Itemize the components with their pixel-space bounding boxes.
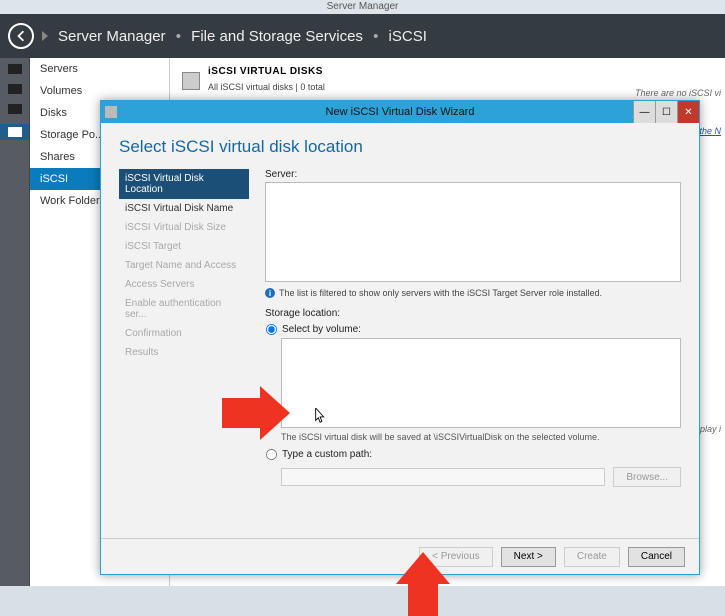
step-target-name: Target Name and Access [119, 256, 249, 275]
wizard-heading: Select iSCSI virtual disk location [119, 137, 681, 157]
step-results: Results [119, 343, 249, 362]
empty-hint: There are no iSCSI vi [635, 88, 721, 98]
volume-table[interactable] [281, 338, 681, 428]
step-auth: Enable authentication ser... [119, 294, 249, 324]
crumb-leaf[interactable]: iSCSI [389, 28, 427, 45]
breadcrumb[interactable]: Server Manager • File and Storage Servic… [58, 28, 427, 45]
icon-rail [0, 58, 30, 586]
header-ribbon: Server Manager • File and Storage Servic… [0, 14, 725, 58]
custom-path-input[interactable] [281, 468, 605, 486]
sidebar-item-servers[interactable]: Servers [30, 58, 169, 80]
wizard-titlebar[interactable]: New iSCSI Virtual Disk Wizard — ☐ ✕ [101, 101, 699, 123]
wizard-dialog: New iSCSI Virtual Disk Wizard — ☐ ✕ Sele… [100, 100, 700, 575]
step-size: iSCSI Virtual Disk Size [119, 218, 249, 237]
info-icon: i [265, 288, 275, 298]
server-label: Server: [265, 169, 681, 180]
option-select-by-volume[interactable]: Select by volume: [265, 323, 681, 336]
radio-path-label: Type a custom path: [282, 449, 372, 460]
rail-icon[interactable] [8, 84, 22, 94]
rail-icon[interactable] [8, 127, 22, 137]
save-path-note: The iSCSI virtual disk will be saved at … [281, 432, 681, 442]
rail-icon[interactable] [8, 104, 22, 114]
step-location[interactable]: iSCSI Virtual Disk Location [119, 169, 249, 199]
radio-volume-label: Select by volume: [282, 324, 361, 335]
step-confirm: Confirmation [119, 324, 249, 343]
step-access: Access Servers [119, 275, 249, 294]
step-target: iSCSI Target [119, 237, 249, 256]
cancel-button[interactable]: Cancel [628, 547, 685, 567]
crumb-root[interactable]: Server Manager [58, 28, 166, 45]
close-button[interactable]: ✕ [677, 101, 699, 123]
radio-custom-path[interactable] [266, 449, 277, 460]
crumb-section[interactable]: File and Storage Services [191, 28, 363, 45]
next-button[interactable]: Next > [501, 547, 556, 567]
rail-icon[interactable] [8, 64, 22, 74]
option-custom-path[interactable]: Type a custom path: [265, 448, 681, 461]
minimize-button[interactable]: — [633, 101, 655, 123]
arrow-left-icon [15, 30, 27, 42]
server-table[interactable] [265, 182, 681, 282]
window-title: Server Manager [0, 0, 725, 14]
wizard-title: New iSCSI Virtual Disk Wizard [326, 106, 475, 118]
maximize-button[interactable]: ☐ [655, 101, 677, 123]
wizard-icon [105, 106, 117, 118]
section-subtitle: All iSCSI virtual disks | 0 total [208, 82, 325, 92]
sidebar-item-volumes[interactable]: Volumes [30, 80, 169, 102]
forward-button[interactable] [42, 31, 48, 41]
filter-note: The list is filtered to show only server… [279, 288, 602, 298]
step-name[interactable]: iSCSI Virtual Disk Name [119, 199, 249, 218]
section-title: iSCSI VIRTUAL DISKS [208, 66, 325, 77]
back-button[interactable] [8, 23, 34, 49]
browse-button[interactable]: Browse... [613, 467, 681, 487]
storage-label: Storage location: [265, 308, 681, 319]
create-button[interactable]: Create [564, 547, 620, 567]
iscsi-disk-icon [182, 72, 200, 90]
wizard-steps: iSCSI Virtual Disk Location iSCSI Virtua… [119, 169, 249, 528]
radio-volume[interactable] [266, 324, 277, 335]
